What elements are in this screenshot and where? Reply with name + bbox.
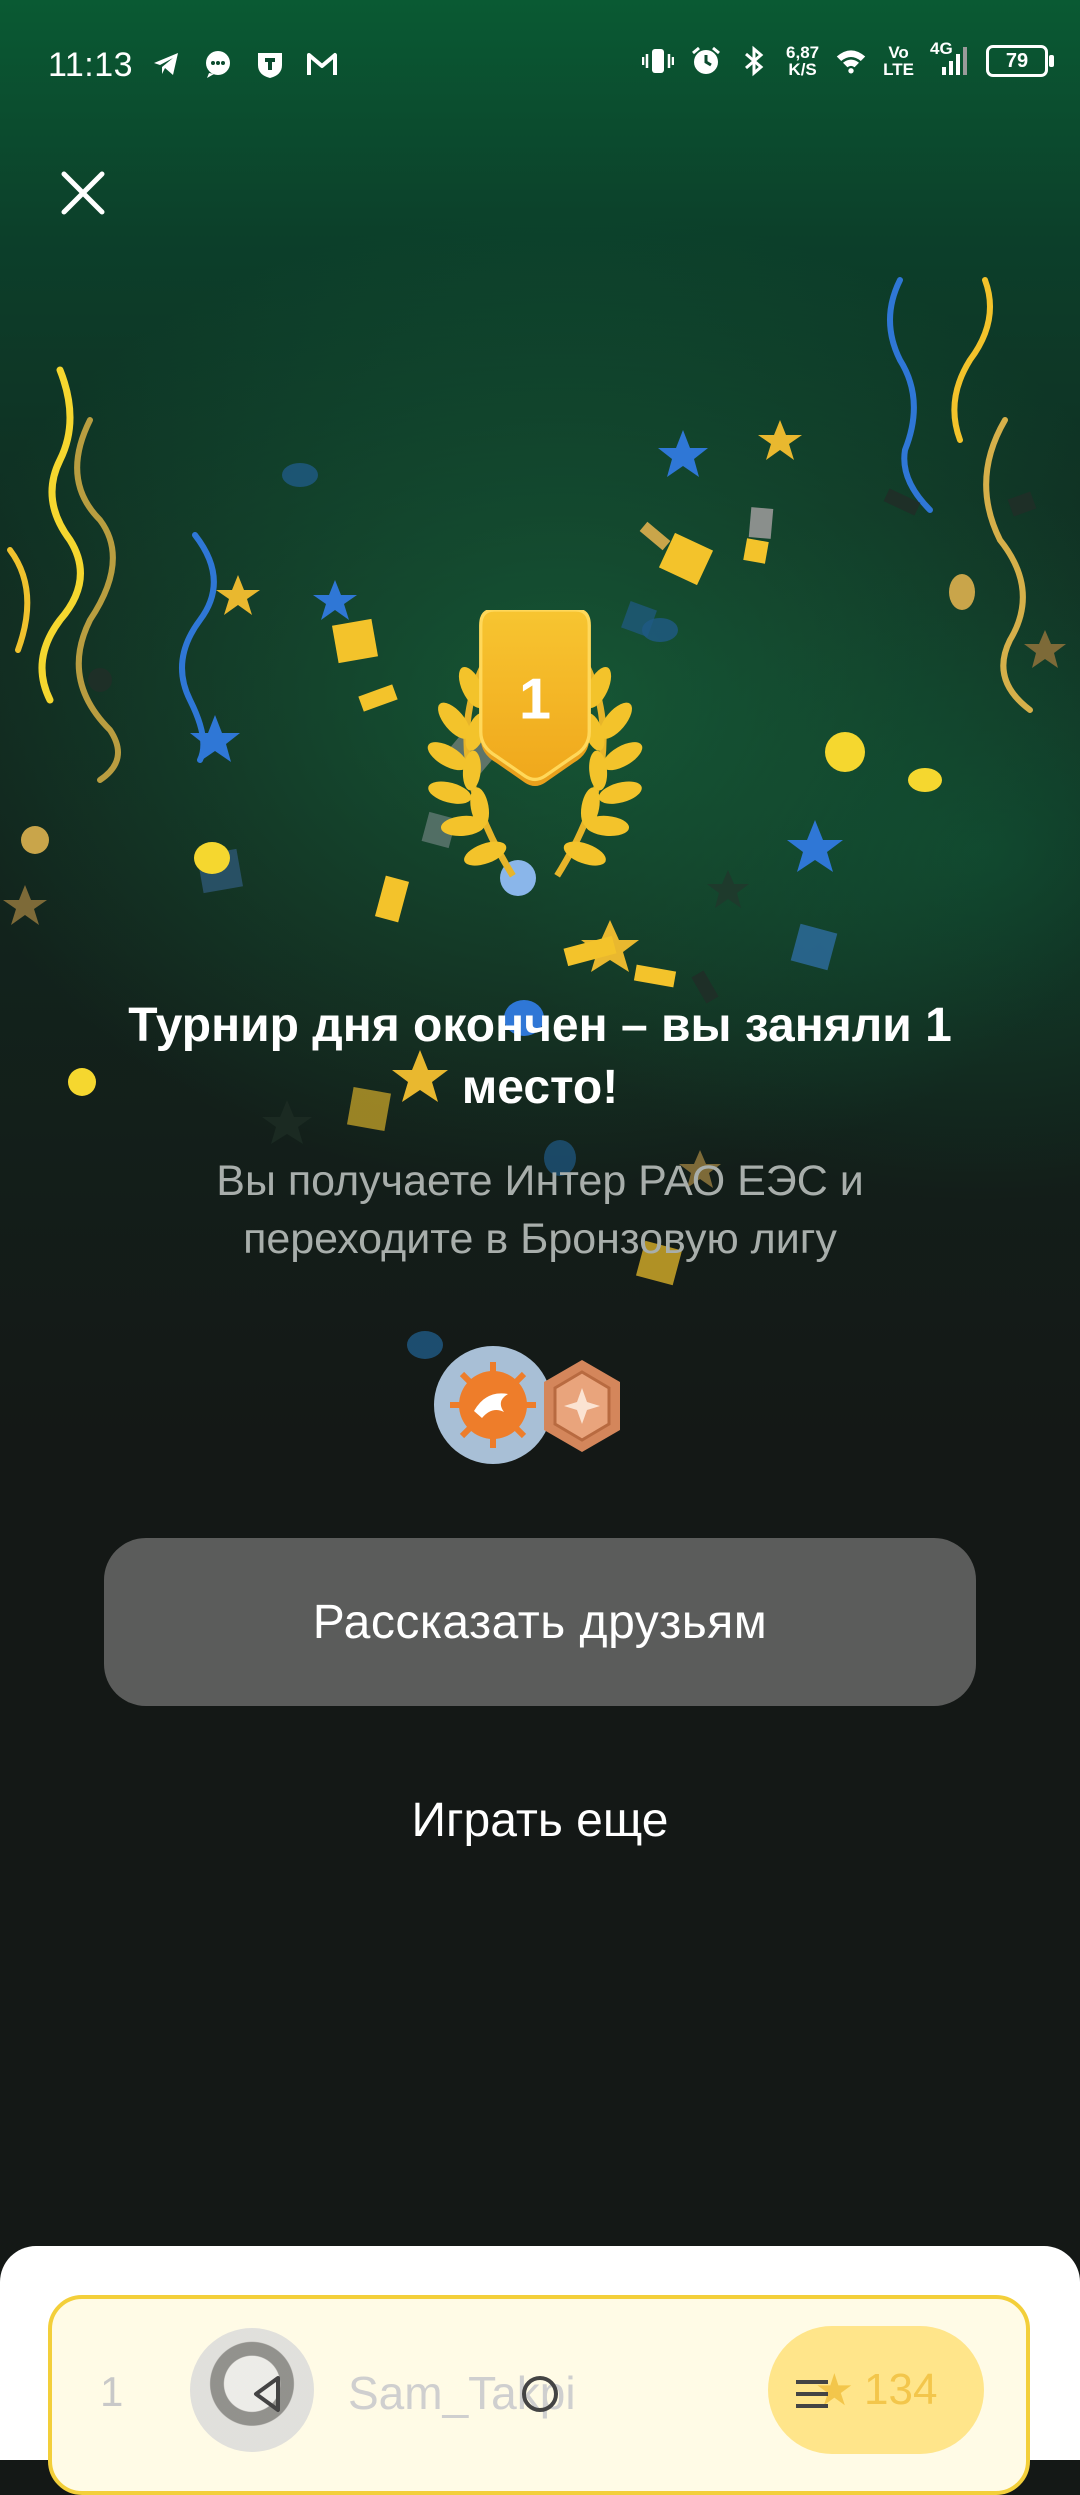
bluetooth-icon <box>738 45 770 77</box>
chat-bubble-icon <box>202 48 234 80</box>
home-button[interactable] <box>500 2354 580 2434</box>
back-icon <box>254 2376 280 2412</box>
result-title: Турнир дня окончен – вы заняли 1 место! <box>128 999 952 1114</box>
close-icon <box>61 171 105 215</box>
gmail-icon <box>306 48 338 80</box>
close-button[interactable] <box>52 162 114 224</box>
alarm-icon <box>690 45 722 77</box>
signal-icon: 4G <box>930 39 970 77</box>
status-time: 11:13 <box>48 46 134 84</box>
status-bar: 11:13 6,87 K/S Vo LTE 4G 79 <box>0 0 1080 134</box>
wifi-icon <box>835 45 867 77</box>
telegram-icon <box>150 48 182 80</box>
place-number: 1 <box>519 668 551 732</box>
bronze-league-icon <box>540 1358 624 1454</box>
net-speed: 6,87 K/S <box>786 43 820 79</box>
vibrate-icon <box>642 45 675 77</box>
menu-icon <box>796 2380 828 2408</box>
menu-button[interactable] <box>772 2354 852 2434</box>
back-button[interactable] <box>228 2354 308 2434</box>
rewards-row <box>432 1346 632 1466</box>
share-friends-button[interactable]: Рассказать друзьям <box>104 1538 976 1706</box>
battery-indicator: 79 <box>986 45 1054 77</box>
company-logo-icon <box>434 1346 552 1464</box>
volte-label: Vo LTE <box>883 43 914 79</box>
shield-app-icon <box>254 48 286 80</box>
navigation-bar <box>0 2340 1080 2460</box>
home-icon <box>522 2376 558 2412</box>
first-place-badge: 1 <box>427 610 643 878</box>
result-subtitle: Вы получаете Интер РАО ЕЭС и переходите … <box>216 1157 864 1263</box>
play-again-button[interactable]: Играть еще <box>300 1780 780 1860</box>
